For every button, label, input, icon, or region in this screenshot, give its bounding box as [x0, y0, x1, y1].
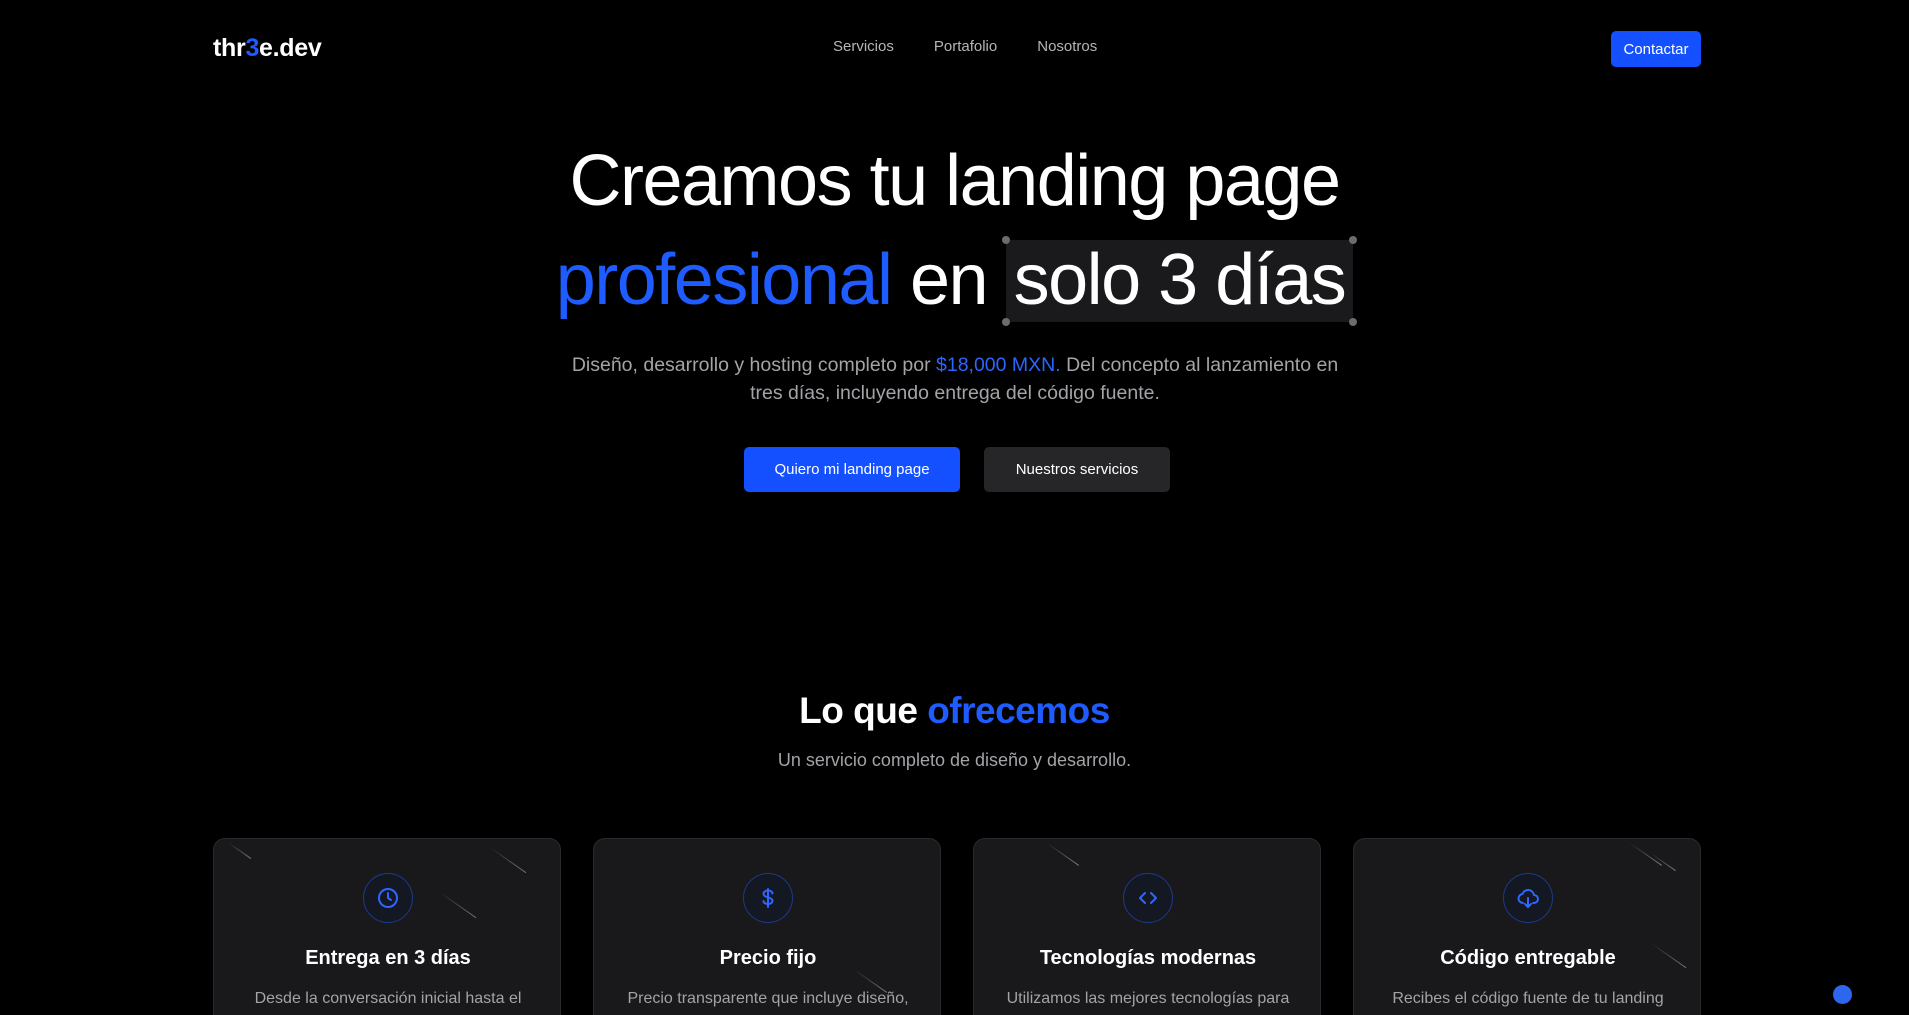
code-icon [1139, 892, 1157, 904]
resize-handle-top-right[interactable] [1349, 236, 1358, 244]
top-navbar: thr3e.dev Servicios Portafolio Nosotros … [0, 0, 1909, 98]
dollar-icon [762, 888, 774, 908]
card-streak [227, 842, 252, 859]
service-card-tech: Tecnologías modernas Utilizamos las mejo… [973, 838, 1321, 1015]
service-card-description: Recibes el código fuente de tu landing [1392, 990, 1664, 1007]
service-card-title: Código entregable [1440, 947, 1616, 969]
nav-link-servicios[interactable]: Servicios [833, 38, 894, 55]
site-logo[interactable]: thr3e.dev [213, 34, 322, 63]
card-streak [1045, 842, 1080, 866]
landing-page: thr3e.dev Servicios Portafolio Nosotros … [0, 0, 1909, 1015]
hero-subtitle-start: Diseño, desarrollo y hosting completo po… [571, 354, 936, 376]
logo-text-start: thr [213, 34, 246, 62]
logo-accent: 3 [245, 34, 260, 62]
hero-title-blue-word: profesional [555, 240, 893, 320]
services-title-blue: ofrecemos [927, 690, 1110, 731]
hero-title-selected-text[interactable]: solo 3 días [1001, 236, 1358, 326]
service-card-code: Código entregable Recibes el código fuen… [1353, 838, 1701, 1015]
nav-links: Servicios Portafolio Nosotros [833, 38, 1097, 55]
resize-handle-bottom-right[interactable] [1349, 318, 1358, 326]
services-cards: Entrega en 3 días Desde la conversación … [213, 838, 1701, 1015]
services-title-plain: Lo que [799, 690, 928, 731]
service-card-description: Precio transparente que incluye diseño, [627, 990, 909, 1007]
cloud-download-icon [1517, 888, 1539, 908]
clock-icon [378, 888, 398, 908]
services-section-subtitle: Un servicio completo de diseño y desarro… [777, 750, 1132, 770]
card-streak [489, 847, 527, 874]
cta-services-button[interactable]: Nuestros servicios [984, 447, 1170, 492]
service-card-title: Tecnologías modernas [1039, 947, 1257, 969]
service-card-title: Entrega en 3 días [305, 947, 471, 969]
card-icon-wrap [743, 873, 793, 923]
resize-handle-bottom-left[interactable] [1001, 318, 1010, 326]
card-streak [439, 892, 477, 919]
hero-title-highlight-text: solo 3 días [1013, 240, 1347, 320]
service-card-description: Utilizamos las mejores tecnologías para [1006, 990, 1290, 1007]
hero-title-line1: Creamos tu landing page [569, 141, 1341, 221]
hero-price: $18,000 MXN. [936, 354, 1061, 376]
card-streak [1650, 853, 1676, 872]
card-icon-wrap [363, 873, 413, 923]
card-icon-wrap [1503, 873, 1553, 923]
service-card-price: Precio fijo Precio transparente que incl… [593, 838, 941, 1015]
card-streak [1628, 842, 1663, 866]
cta-landing-page-button[interactable]: Quiero mi landing page [744, 447, 960, 492]
hero-title-line2: profesional en solo 3 días [0, 236, 1909, 326]
floating-action-dot[interactable] [1833, 985, 1852, 1004]
logo-text-end: e.dev [259, 34, 322, 62]
resize-handle-top-left[interactable] [1001, 236, 1010, 244]
service-card-description: Desde la conversación inicial hasta el [254, 990, 522, 1007]
service-card-title: Precio fijo [719, 947, 817, 969]
hero-title-connector: en [909, 240, 989, 320]
nav-link-nosotros[interactable]: Nosotros [1037, 38, 1097, 55]
contact-button[interactable]: Contactar [1611, 31, 1701, 67]
card-icon-wrap [1123, 873, 1173, 923]
hero-subtitle: Diseño, desarrollo y hosting completo po… [560, 351, 1350, 407]
nav-link-portafolio[interactable]: Portafolio [934, 38, 997, 55]
service-card-delivery: Entrega en 3 días Desde la conversación … [213, 838, 561, 1015]
services-section-title: Lo que ofrecemos [0, 690, 1909, 732]
